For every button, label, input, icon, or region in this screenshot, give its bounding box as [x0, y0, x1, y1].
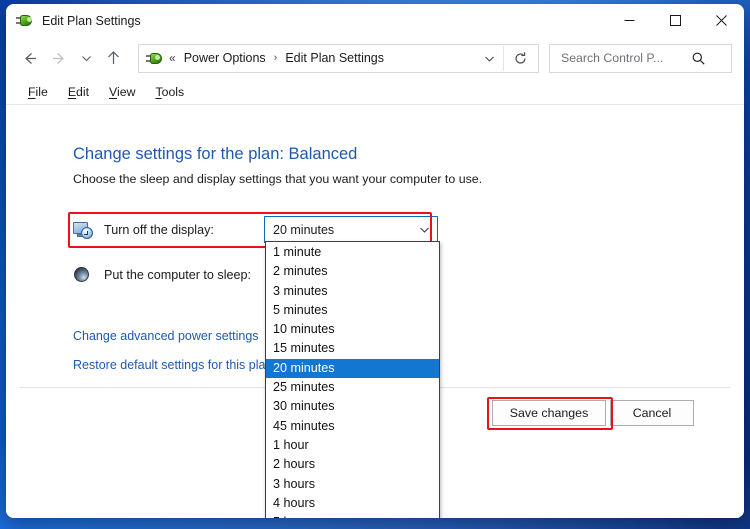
dropdown-option[interactable]: 3 minutes — [266, 282, 439, 301]
window-content-clip: Edit Plan Settings « Power Options › Edi… — [6, 4, 744, 518]
search-box[interactable] — [549, 43, 732, 73]
control-panel-window: Edit Plan Settings « Power Options › Edi… — [6, 4, 744, 518]
dropdown-option[interactable]: 1 hour — [266, 436, 439, 455]
power-plug-icon — [146, 50, 162, 66]
menu-edit[interactable]: Edit — [58, 82, 99, 102]
menu-tools-rest: ools — [161, 84, 185, 99]
page-title: Change settings for the plan: Balanced — [73, 145, 358, 163]
search-input[interactable] — [559, 50, 691, 66]
breadcrumb-overflow-icon[interactable]: « — [169, 51, 176, 65]
recent-locations-chevron-down-icon[interactable] — [74, 43, 98, 73]
dropdown-option[interactable]: 2 hours — [266, 455, 439, 474]
breadcrumb-edit-plan-settings[interactable]: Edit Plan Settings — [283, 48, 386, 68]
up-arrow-icon[interactable] — [98, 43, 128, 73]
dropdown-option[interactable]: 1 minute — [266, 243, 439, 262]
turn-off-display-value: 20 minutes — [273, 222, 335, 237]
forward-arrow-icon[interactable] — [44, 43, 74, 73]
turn-off-display-dropdown-list[interactable]: 1 minute 2 minutes 3 minutes 5 minutes 1… — [265, 241, 440, 518]
address-bar[interactable]: « Power Options › Edit Plan Settings — [138, 43, 539, 73]
turn-off-display-label: Turn off the display: — [104, 223, 214, 237]
menu-view-rest: iew — [117, 84, 136, 99]
navigation-bar: « Power Options › Edit Plan Settings — [6, 37, 744, 79]
chevron-down-icon[interactable] — [418, 223, 431, 236]
save-changes-button[interactable]: Save changes — [492, 400, 606, 426]
window-controls — [606, 4, 744, 37]
put-computer-to-sleep-row: Put the computer to sleep: — [73, 262, 251, 288]
menu-view[interactable]: View — [99, 82, 145, 102]
menu-file-rest: ile — [35, 84, 48, 99]
dropdown-option[interactable]: 4 hours — [266, 494, 439, 513]
refresh-icon[interactable] — [503, 45, 536, 71]
dropdown-option[interactable]: 5 hours — [266, 513, 439, 518]
menu-bar: File Edit View Tools — [6, 79, 744, 105]
turn-off-display-row: Turn off the display: — [73, 217, 214, 243]
menu-edit-rest: dit — [76, 84, 90, 99]
address-bar-actions — [475, 45, 536, 71]
dropdown-option[interactable]: 10 minutes — [266, 320, 439, 339]
menu-file[interactable]: File — [18, 82, 58, 102]
power-plug-icon — [16, 12, 34, 30]
back-arrow-icon[interactable] — [14, 43, 44, 73]
dropdown-option[interactable]: 5 minutes — [266, 301, 439, 320]
dropdown-option[interactable]: 30 minutes — [266, 397, 439, 416]
dropdown-option-selected[interactable]: 20 minutes — [266, 358, 439, 379]
dropdown-option[interactable]: 45 minutes — [266, 417, 439, 436]
minimize-button[interactable] — [606, 4, 652, 37]
dropdown-option[interactable]: 2 minutes — [266, 262, 439, 281]
address-history-chevron-down-icon[interactable] — [475, 46, 503, 71]
breadcrumb-separator-icon: › — [273, 52, 278, 64]
menu-edit-accel: E — [67, 84, 77, 99]
turn-off-display-combobox[interactable]: 20 minutes — [264, 216, 438, 243]
dropdown-option[interactable]: 15 minutes — [266, 339, 439, 358]
breadcrumb-power-options[interactable]: Power Options — [182, 48, 268, 68]
menu-file-accel: F — [28, 84, 36, 99]
title-bar: Edit Plan Settings — [6, 4, 744, 37]
close-button[interactable] — [698, 4, 744, 37]
menu-view-accel: V — [109, 84, 118, 99]
change-advanced-power-settings-link[interactable]: Change advanced power settings — [73, 329, 259, 343]
display-clock-icon — [73, 220, 93, 240]
window-title: Edit Plan Settings — [42, 13, 141, 28]
dropdown-option[interactable]: 25 minutes — [266, 378, 439, 397]
put-computer-to-sleep-label: Put the computer to sleep: — [104, 268, 252, 282]
search-icon[interactable] — [691, 51, 706, 66]
cancel-button[interactable]: Cancel — [610, 400, 694, 426]
dropdown-option[interactable]: 3 hours — [266, 475, 439, 494]
restore-default-settings-link[interactable]: Restore default settings for this plan — [73, 358, 272, 372]
menu-tools[interactable]: Tools — [145, 82, 194, 102]
maximize-button[interactable] — [652, 4, 698, 37]
sleep-moon-icon — [73, 265, 93, 285]
page-subtitle: Choose the sleep and display settings th… — [73, 172, 483, 186]
main-content: Change settings for the plan: Balanced C… — [6, 104, 744, 518]
